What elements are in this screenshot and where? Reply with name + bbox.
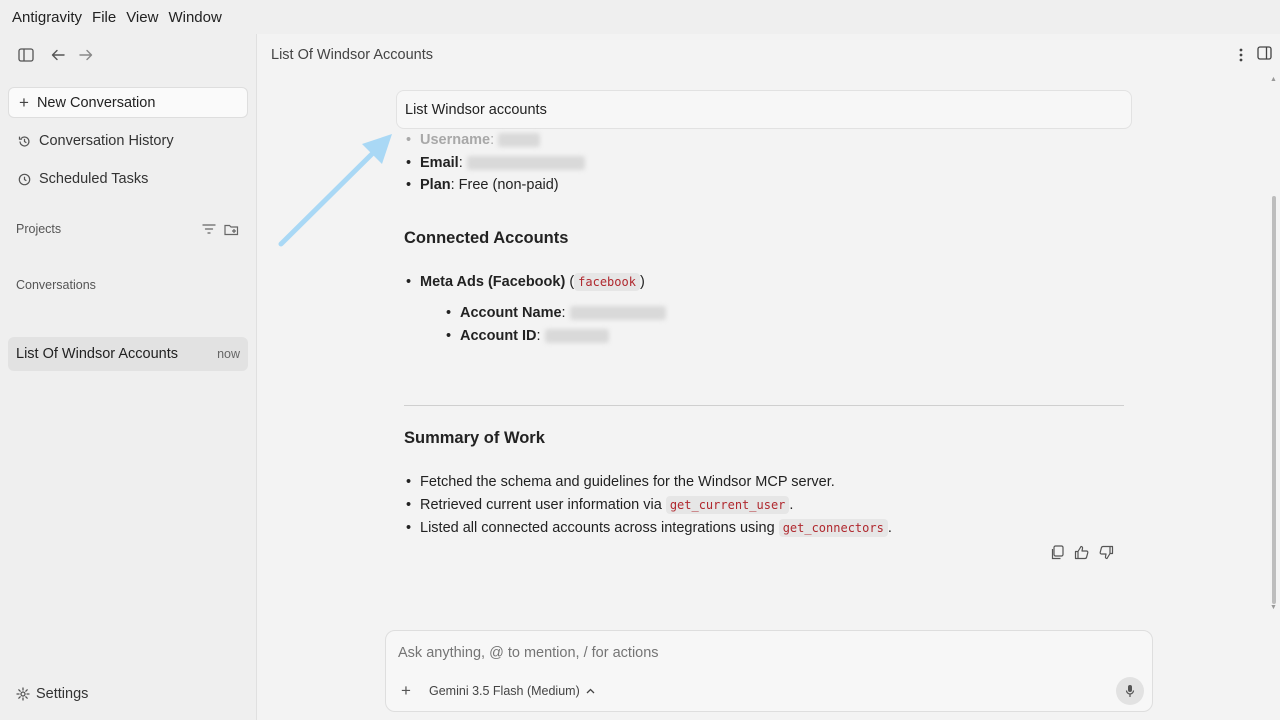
thumbs-down-icon[interactable] (1099, 545, 1114, 560)
gear-icon (16, 687, 30, 701)
menu-view[interactable]: View (126, 9, 158, 26)
scroll-down-icon[interactable]: ▼ (1270, 604, 1277, 611)
user-message: List Windsor accounts (396, 90, 1132, 129)
add-attachment-icon[interactable]: + (401, 682, 411, 699)
toggle-sidebar-icon[interactable] (12, 46, 40, 64)
conversation-title: List Of Windsor Accounts (16, 346, 178, 362)
summary-item: Listed all connected accounts across int… (406, 519, 892, 537)
forward-arrow-icon[interactable] (72, 46, 100, 64)
message-actions (1050, 545, 1114, 560)
menu-window[interactable]: Window (168, 9, 221, 26)
email-label: Email (420, 155, 459, 171)
user-message-text: List Windsor accounts (405, 101, 547, 118)
plan-label: Plan (420, 177, 451, 193)
scheduled-tasks-button[interactable]: Scheduled Tasks (8, 164, 248, 194)
account-id-label: Account ID (460, 328, 537, 344)
back-arrow-icon[interactable] (44, 46, 72, 64)
copy-icon[interactable] (1050, 545, 1064, 560)
new-conversation-label: New Conversation (36, 94, 156, 111)
account-name-item: Account Name: (446, 305, 666, 321)
redacted-account-id (544, 329, 609, 344)
username-item: Username: (406, 132, 541, 148)
connector-item: Meta Ads (Facebook) (facebook) (406, 273, 645, 291)
chat-input[interactable] (398, 645, 1098, 661)
menu-bar: Antigravity File View Window (0, 0, 1280, 34)
plan-value: : Free (non-paid) (450, 177, 559, 193)
email-item: Email: (406, 155, 585, 171)
summary-item: Fetched the schema and guidelines for th… (406, 474, 835, 490)
username-label: Username (420, 132, 491, 148)
new-folder-icon[interactable] (224, 223, 239, 236)
connector-code: facebook (574, 273, 640, 291)
thumbs-up-icon[interactable] (1074, 545, 1089, 560)
menu-file[interactable]: File (92, 9, 116, 26)
scroll-thumb[interactable] (1272, 196, 1276, 604)
toggle-panel-icon[interactable] (1257, 46, 1272, 60)
conversations-heading: Conversations (16, 278, 96, 292)
conversation-history-button[interactable]: Conversation History (8, 126, 248, 156)
summary-item-2-text: Retrieved current user information via (420, 497, 666, 513)
summary-item-2-code: get_current_user (665, 496, 790, 514)
model-label: Gemini 3.5 Flash (Medium) (429, 684, 580, 698)
sidebar-toolbar (12, 46, 100, 64)
connected-accounts-heading: Connected Accounts (404, 229, 569, 247)
projects-heading: Projects (16, 222, 62, 236)
menu-antigravity[interactable]: Antigravity (12, 9, 82, 26)
summary-item-3-text: Listed all connected accounts across int… (420, 520, 779, 536)
microphone-button[interactable] (1116, 677, 1144, 705)
project-actions (202, 223, 239, 236)
annotation-arrow (278, 134, 392, 247)
scroll-up-icon[interactable]: ▲ (1270, 76, 1277, 83)
filter-icon[interactable] (202, 223, 216, 235)
divider (404, 405, 1124, 406)
summary-heading: Summary of Work (404, 429, 545, 447)
new-conversation-button[interactable]: + New Conversation (8, 87, 248, 118)
connector-name: Meta Ads (Facebook) (420, 274, 566, 290)
chevron-up-icon (586, 688, 595, 694)
summary-item: Retrieved current user information via g… (406, 496, 793, 514)
sidebar: + New Conversation Conversation History … (0, 34, 257, 720)
account-name-label: Account Name (460, 305, 562, 321)
scheduled-label: Scheduled Tasks (39, 171, 149, 187)
conversation-time: now (217, 347, 240, 361)
more-options-icon[interactable] (1239, 48, 1243, 62)
redacted-username (498, 133, 541, 148)
history-icon (18, 135, 30, 147)
plus-icon: + (19, 93, 29, 112)
settings-button[interactable]: Settings (16, 686, 88, 702)
microphone-icon (1125, 685, 1135, 697)
main-panel: List Of Windsor Accounts List Windsor ac… (258, 34, 1280, 720)
settings-label: Settings (36, 686, 89, 702)
summary-item-3-code: get_connectors (778, 519, 888, 537)
summary-item-1: Fetched the schema and guidelines for th… (420, 474, 835, 490)
clock-icon (18, 173, 31, 185)
model-selector[interactable]: Gemini 3.5 Flash (Medium) (429, 684, 595, 698)
plan-item: Plan: Free (non-paid) (406, 177, 559, 193)
conversation-item[interactable]: List Of Windsor Accounts now (8, 337, 248, 371)
page-title: List Of Windsor Accounts (271, 47, 433, 63)
redacted-email (466, 156, 585, 171)
history-label: Conversation History (39, 133, 174, 149)
main-actions (1239, 46, 1272, 62)
scrollbar[interactable]: ▲ ▼ (1270, 76, 1280, 614)
redacted-account-name (569, 306, 666, 321)
composer: + Gemini 3.5 Flash (Medium) (385, 630, 1153, 712)
account-id-item: Account ID: (446, 328, 609, 344)
